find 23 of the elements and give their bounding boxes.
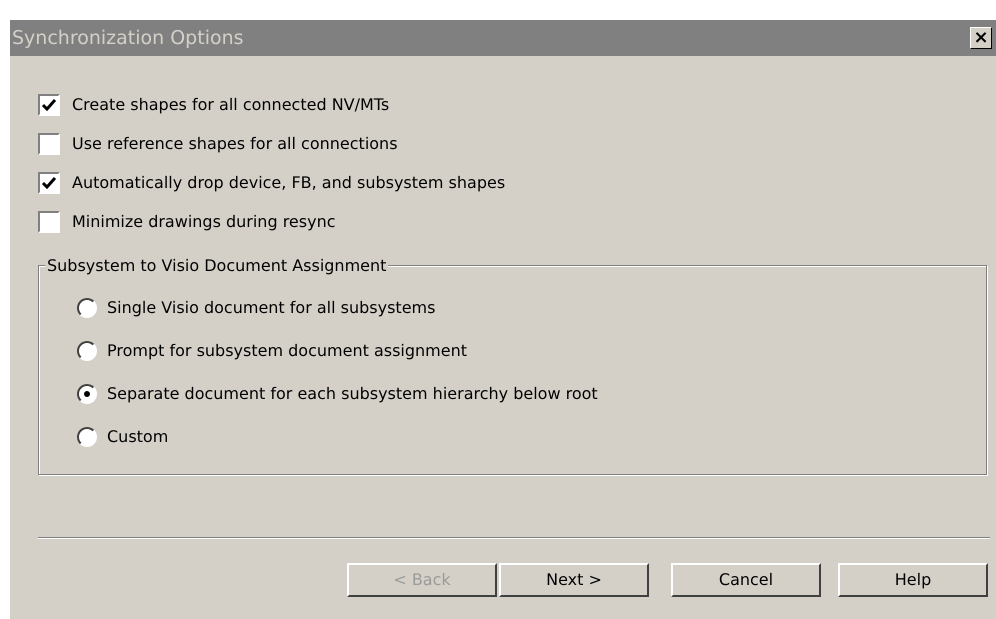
radio-button[interactable] bbox=[77, 427, 97, 447]
dialog-button[interactable]: Help bbox=[838, 563, 988, 597]
dialog-button[interactable]: Next > bbox=[499, 563, 649, 597]
check-icon bbox=[42, 177, 56, 189]
window-title: Synchronization Options bbox=[12, 26, 244, 51]
checkbox-label: Minimize drawings during resync bbox=[72, 211, 336, 233]
close-button[interactable]: × bbox=[970, 27, 992, 49]
radio-button[interactable] bbox=[77, 298, 97, 318]
checkbox[interactable] bbox=[38, 94, 60, 116]
checkbox-label: Create shapes for all connected NV/MTs bbox=[72, 94, 390, 116]
dialog-button[interactable]: Cancel bbox=[671, 563, 821, 597]
checkbox-label: Automatically drop device, FB, and subsystem shapes bbox=[72, 172, 506, 194]
checkbox-label: Use reference shapes for all connections bbox=[72, 133, 398, 155]
check-icon bbox=[42, 99, 56, 111]
radio-label: Custom bbox=[107, 426, 168, 448]
checkbox[interactable] bbox=[38, 211, 60, 233]
checkbox[interactable] bbox=[38, 133, 60, 155]
radio-label: Separate document for each subsystem hierarchy below root bbox=[107, 383, 598, 405]
radio-label: Single Visio document for all subsystems bbox=[107, 297, 436, 319]
radio-button[interactable] bbox=[77, 341, 97, 361]
radio-label: Prompt for subsystem document assignment bbox=[107, 340, 468, 362]
radio-button[interactable] bbox=[77, 384, 97, 404]
checkbox[interactable] bbox=[38, 172, 60, 194]
